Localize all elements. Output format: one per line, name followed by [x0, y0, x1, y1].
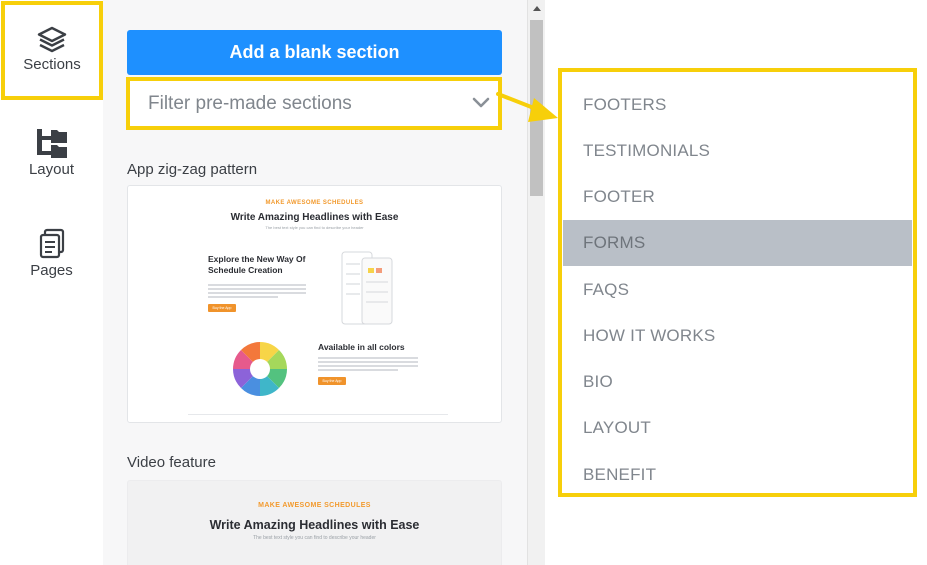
filter-option-benefit[interactable]: BENEFIT	[563, 452, 912, 498]
callout-arrow-icon	[496, 92, 558, 122]
filter-options-list: FOOTERS TESTIMONIALS FOOTER FORMS FAQS H…	[558, 68, 917, 497]
preview-kicker: MAKE AWESOME SCHEDULES	[258, 502, 371, 509]
left-rail: Sections Layout Pages	[0, 0, 103, 565]
preview-divider	[188, 414, 448, 415]
sections-panel: Add a blank section Filter pre-made sect…	[103, 0, 527, 565]
filter-option-footers[interactable]: FOOTERS	[563, 82, 912, 128]
preview-text-line	[208, 292, 306, 294]
template-title-app-zigzag: App zig-zag pattern	[127, 161, 258, 178]
preview-text-line	[208, 284, 306, 286]
phone-mockup-image	[341, 251, 393, 325]
preview-text-line	[208, 288, 306, 290]
panel-scrollbar[interactable]	[527, 0, 545, 565]
preview-subline: The best text style you can find to desc…	[265, 225, 364, 230]
filter-option-bio[interactable]: BIO	[563, 359, 912, 405]
rail-item-pages[interactable]: Pages	[0, 228, 103, 279]
filter-option-testimonials[interactable]: TESTIMONIALS	[563, 128, 912, 174]
preview-block1-button: Buy the App	[208, 304, 236, 312]
rail-label-pages: Pages	[30, 262, 73, 279]
template-title-video-feature: Video feature	[127, 454, 216, 471]
preview-block2-title: Available in all colors	[318, 342, 405, 352]
add-blank-section-button[interactable]: Add a blank section	[127, 30, 502, 75]
preview-text-line	[318, 369, 398, 371]
preview-headline: Write Amazing Headlines with Ease	[209, 518, 420, 532]
pages-icon	[39, 228, 64, 259]
filter-option-how-it-works[interactable]: HOW IT WORKS	[563, 313, 912, 359]
preview-headline: Write Amazing Headlines with Ease	[230, 212, 399, 223]
filter-option-faqs[interactable]: FAQS	[563, 267, 912, 313]
preview-block1-title: Explore the New Way Of Schedule Creation	[208, 254, 306, 275]
filter-sections-dropdown[interactable]: Filter pre-made sections	[126, 77, 502, 130]
filter-option-footer[interactable]: FOOTER	[563, 174, 912, 220]
preview-text-line	[318, 365, 418, 367]
filter-option-layout[interactable]: LAYOUT	[563, 405, 912, 451]
scroll-up-arrow-icon[interactable]	[533, 6, 541, 11]
layout-tree-icon	[36, 129, 67, 158]
preview-subline: The best text style you can find to desc…	[253, 535, 376, 541]
chevron-down-icon	[472, 97, 490, 108]
preview-text-line	[318, 361, 418, 363]
filter-placeholder: Filter pre-made sections	[148, 92, 352, 114]
template-card-app-zigzag[interactable]: MAKE AWESOME SCHEDULES Write Amazing Hea…	[127, 185, 502, 423]
filter-option-forms[interactable]: FORMS	[563, 220, 912, 266]
rail-item-sections[interactable]: Sections	[1, 1, 103, 100]
rail-label-layout: Layout	[28, 161, 75, 178]
preview-kicker: MAKE AWESOME SCHEDULES	[265, 200, 364, 206]
color-wheel-image	[233, 342, 287, 396]
preview-text-line	[208, 296, 278, 298]
rail-item-layout[interactable]: Layout	[0, 127, 103, 178]
template-card-video-feature[interactable]: MAKE AWESOME SCHEDULES Write Amazing Hea…	[127, 480, 502, 565]
rail-label-sections: Sections	[23, 56, 81, 73]
preview-text-line	[318, 357, 418, 359]
preview-block2-button: Buy the App	[318, 377, 346, 385]
layers-icon	[37, 26, 67, 53]
